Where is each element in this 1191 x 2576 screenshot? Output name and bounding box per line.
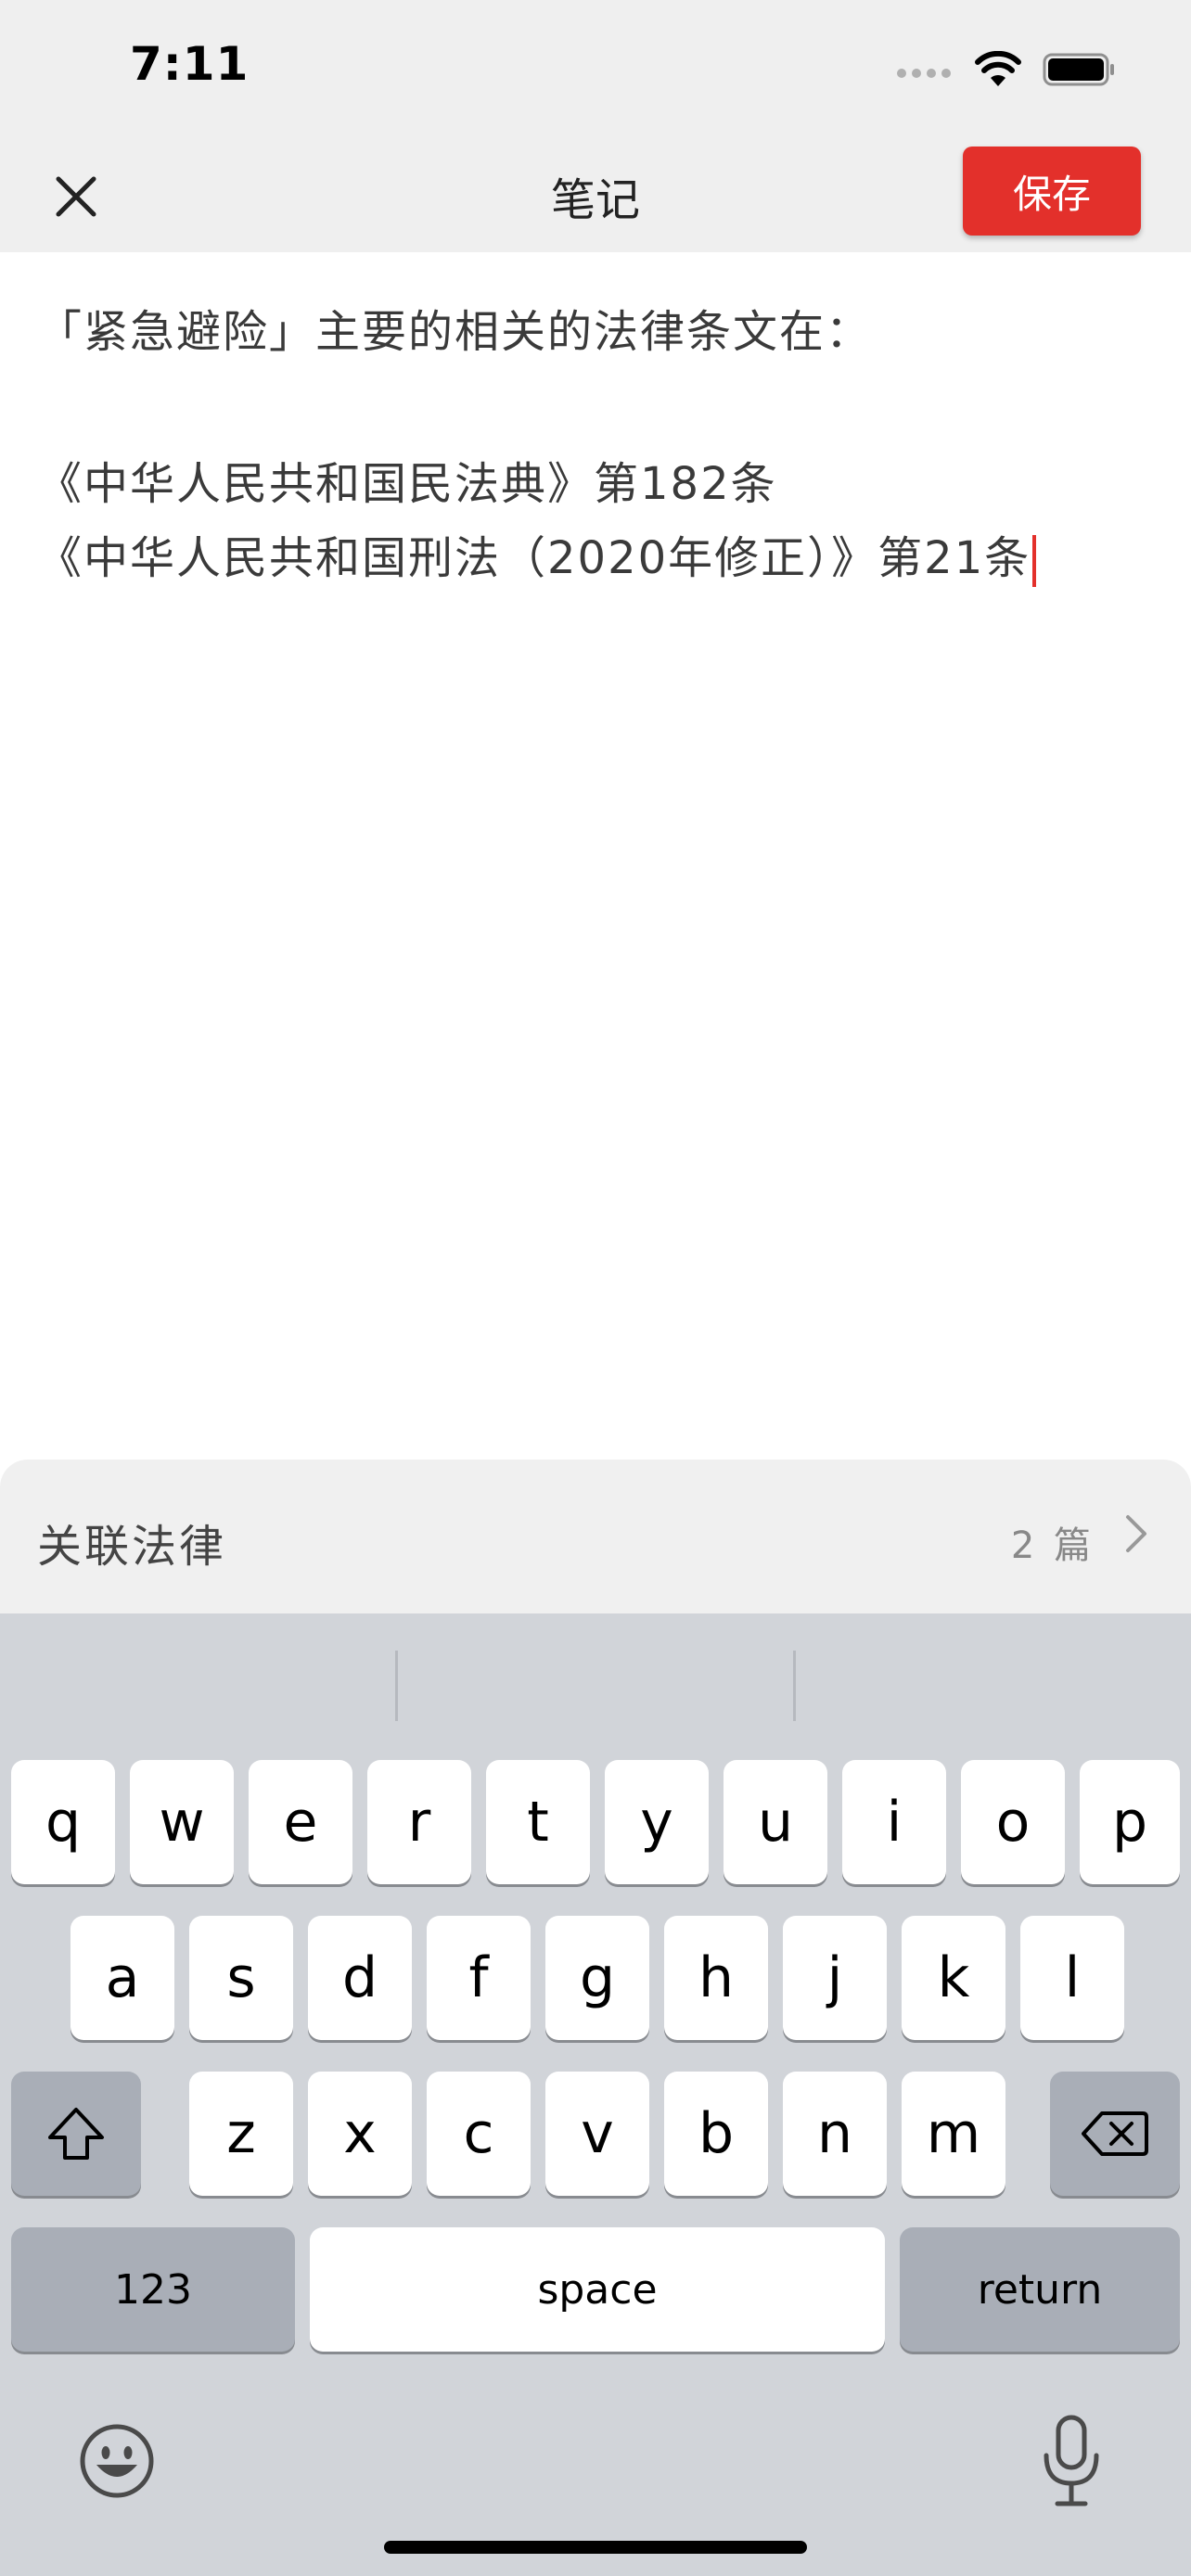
battery-icon	[1043, 53, 1114, 86]
key-w[interactable]: w	[130, 1760, 234, 1884]
nav-bar: 笔记 保存	[0, 130, 1191, 252]
emoji-icon	[80, 2424, 154, 2498]
key-e[interactable]: e	[249, 1760, 352, 1884]
key-o[interactable]: o	[961, 1760, 1065, 1884]
key-s[interactable]: s	[189, 1916, 293, 2040]
suggestion-divider	[793, 1651, 796, 1721]
status-time: 7:11	[130, 37, 250, 91]
space-key[interactable]: space	[310, 2227, 885, 2352]
keyboard: q w e r t y u i o p a s d f g h j k l z …	[0, 1613, 1191, 2576]
key-l[interactable]: l	[1020, 1916, 1124, 2040]
key-i[interactable]: i	[842, 1760, 946, 1884]
backspace-icon	[1082, 2111, 1148, 2156]
text-cursor	[1032, 535, 1037, 587]
key-a[interactable]: a	[70, 1916, 174, 2040]
key-h[interactable]: h	[664, 1916, 768, 2040]
signal-icon	[897, 69, 951, 78]
home-indicator[interactable]	[384, 2541, 807, 2554]
related-laws-label: 关联法律	[37, 1521, 227, 1573]
status-bar: 7:11	[0, 0, 1191, 130]
key-m[interactable]: m	[902, 2072, 1005, 2196]
key-p[interactable]: p	[1080, 1760, 1180, 1884]
note-line: 《中华人民共和国民法典》第182条	[37, 458, 777, 510]
key-z[interactable]: z	[189, 2072, 293, 2196]
status-icons	[896, 46, 1117, 93]
related-laws-row[interactable]: 关联法律 2 篇	[0, 1460, 1191, 1613]
note-line-text: 《中华人民共和国刑法（2020年修正）》第21条	[37, 532, 1031, 584]
dictation-button[interactable]	[1041, 2415, 1102, 2509]
key-q[interactable]: q	[11, 1760, 115, 1884]
key-d[interactable]: d	[308, 1916, 412, 2040]
microphone-icon	[1044, 2415, 1099, 2506]
note-editor[interactable]: 「紧急避险」主要的相关的法律条文在： 《中华人民共和国民法典》第182条 《中华…	[0, 252, 1191, 1458]
key-v[interactable]: v	[545, 2072, 649, 2196]
key-j[interactable]: j	[783, 1916, 887, 2040]
key-r[interactable]: r	[367, 1760, 471, 1884]
return-key[interactable]: return	[900, 2227, 1180, 2352]
key-u[interactable]: u	[724, 1760, 827, 1884]
key-k[interactable]: k	[902, 1916, 1005, 2040]
note-line: 「紧急避险」主要的相关的法律条文在：	[37, 306, 873, 358]
key-t[interactable]: t	[486, 1760, 590, 1884]
key-c[interactable]: c	[427, 2072, 531, 2196]
note-line-last: 《中华人民共和国刑法（2020年修正）》第21条	[37, 521, 1037, 587]
shift-icon	[48, 2108, 104, 2160]
key-y[interactable]: y	[605, 1760, 709, 1884]
key-x[interactable]: x	[308, 2072, 412, 2196]
chevron-right-icon	[1126, 1515, 1146, 1552]
key-n[interactable]: n	[783, 2072, 887, 2196]
emoji-button[interactable]	[78, 2422, 156, 2500]
save-button[interactable]: 保存	[963, 147, 1141, 236]
shift-key[interactable]	[11, 2072, 141, 2196]
related-laws-count: 2 篇	[1010, 1524, 1095, 1567]
key-f[interactable]: f	[427, 1916, 531, 2040]
wifi-icon	[975, 51, 1021, 86]
key-g[interactable]: g	[545, 1916, 649, 2040]
key-b[interactable]: b	[664, 2072, 768, 2196]
delete-key[interactable]	[1050, 2072, 1180, 2196]
numbers-key[interactable]: 123	[11, 2227, 295, 2352]
suggestion-divider	[395, 1651, 398, 1721]
